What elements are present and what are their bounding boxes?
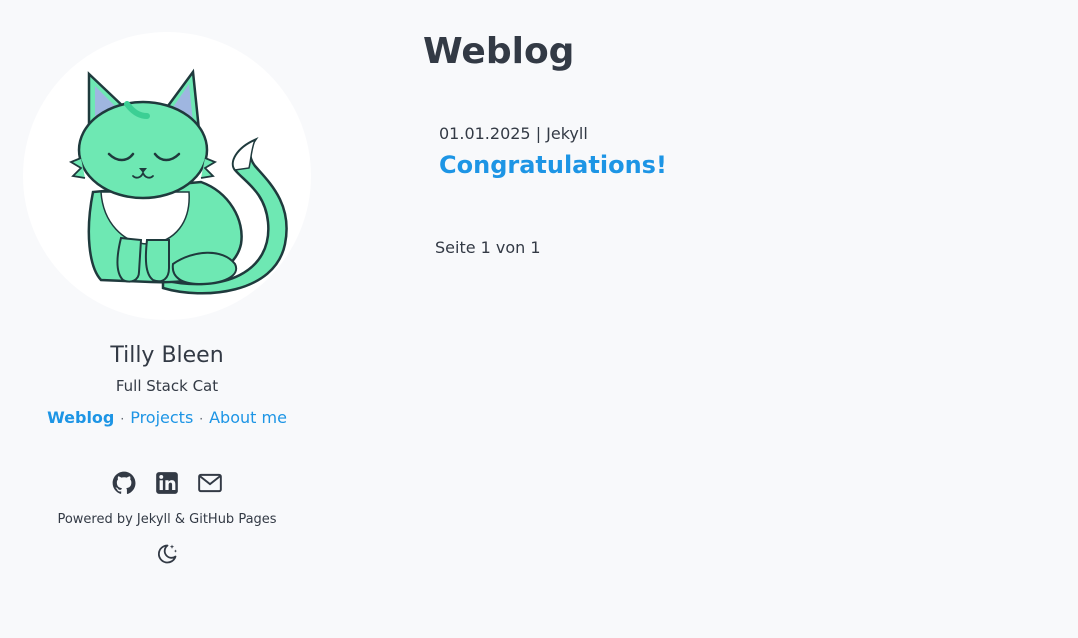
page-title: Weblog — [423, 31, 575, 72]
post-title-link[interactable]: Congratulations! — [439, 148, 667, 182]
nav-link-about-me[interactable]: About me — [209, 408, 287, 427]
site-name: Tilly Bleen — [110, 343, 224, 368]
powered-by: Powered by Jekyll & GitHub Pages — [57, 512, 277, 527]
theme-toggle-button[interactable] — [155, 542, 179, 566]
cat-avatar-illustration — [68, 68, 288, 295]
nav-link-weblog[interactable]: Weblog — [47, 408, 114, 427]
site-nav: Weblog · Projects · About me — [0, 406, 334, 431]
sidebar: Tilly Bleen Full Stack Cat Weblog · Projec… — [0, 0, 334, 638]
moon-stars-icon — [158, 544, 178, 564]
linkedin-icon[interactable] — [154, 470, 180, 496]
social-links — [0, 470, 334, 498]
pagination-info: Seite 1 von 1 — [435, 238, 541, 257]
post-meta: 01.01.2025 | Jekyll — [439, 124, 588, 143]
avatar — [23, 32, 311, 320]
github-icon[interactable] — [111, 470, 137, 496]
nav-separator: · — [120, 412, 125, 426]
main-content: Weblog 01.01.2025 | Jekyll Congratulatio… — [423, 0, 1063, 638]
nav-separator: · — [199, 412, 204, 426]
site-tagline: Full Stack Cat — [115, 377, 219, 395]
mail-icon[interactable] — [197, 470, 223, 496]
nav-link-projects[interactable]: Projects — [130, 408, 193, 427]
